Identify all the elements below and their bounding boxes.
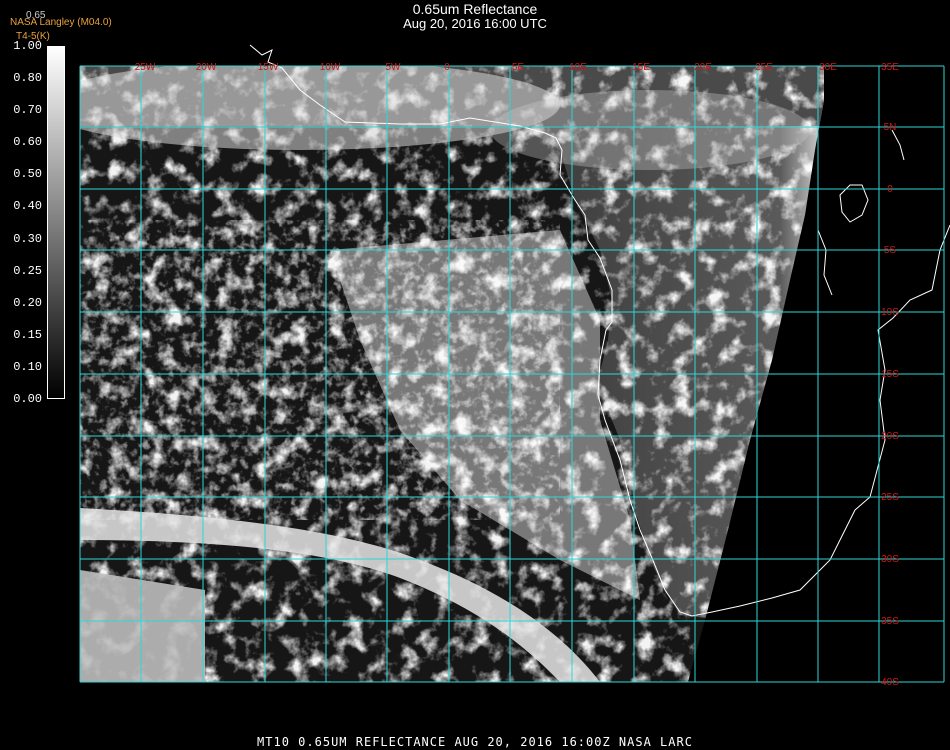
colorbar-ramp [47,46,65,399]
longitude-label: 0 [444,62,450,73]
longitude-label: 20E [694,62,712,73]
longitude-label: 20W [196,62,217,73]
footer-caption: MT10 0.65UM REFLECTANCE AUG 20, 2016 16:… [257,735,693,749]
latitude-label: 10S [881,307,899,318]
latitude-label: 25S [881,492,899,503]
latitude-label: 35S [881,616,899,627]
latitude-label: 0 [887,184,893,195]
longitude-label: 5W [386,62,402,73]
latitude-label: 40S [881,677,899,688]
longitude-label: 10E [569,62,587,73]
latitude-label: 30S [881,554,899,565]
colorbar-label: 1.00 [13,39,42,53]
longitude-label: 25W [135,62,156,73]
longitude-label: 10W [320,62,341,73]
fine-cloud-texture [80,220,560,520]
itcz-clouds [80,66,560,150]
colorbar-label: 0.20 [13,295,42,310]
producer-label: NASA Langley (M04.0) [10,17,112,28]
longitude-label: 35E [881,62,899,73]
latitude-label: 15S [881,369,899,380]
colorbar-label: 0.25 [13,263,42,278]
longitude-label: 15W [258,62,279,73]
latitude-label: 20S [881,431,899,442]
colorbar-label: 0.10 [13,359,42,374]
longitude-label: 30E [819,62,837,73]
latitude-label: 5N [884,122,897,133]
latitude-label: 5S [884,245,897,256]
itcz-clouds-east [490,90,810,170]
longitude-label: 25E [755,62,773,73]
colorbar-label: 0.50 [13,167,42,182]
map-datetime: Aug 20, 2016 16:00 UTC [403,16,547,31]
longitude-label: 5E [512,62,525,73]
satellite-map: 25W 20W 15W 10W 5W 0 5E 10E 15E 20E 25E 30E 35E 5N05… [79,44,950,688]
colorbar-label: 0.40 [13,199,42,214]
latitude-labels: 5N 0 5S 10S 15S 20S 25S 30S 35S 40S [881,122,899,688]
colorbar-label: 0.80 [13,71,42,86]
longitude-label: 15E [632,62,650,73]
colorbar-label: 0.70 [13,103,42,118]
colorbar-label: 0.00 [13,392,42,406]
map-title: 0.65um Reflectance [412,1,538,17]
colorbar-label: 0.30 [13,231,42,246]
colorbar-label: 0.15 [13,327,42,342]
colorbar-label: 0.60 [13,135,42,150]
